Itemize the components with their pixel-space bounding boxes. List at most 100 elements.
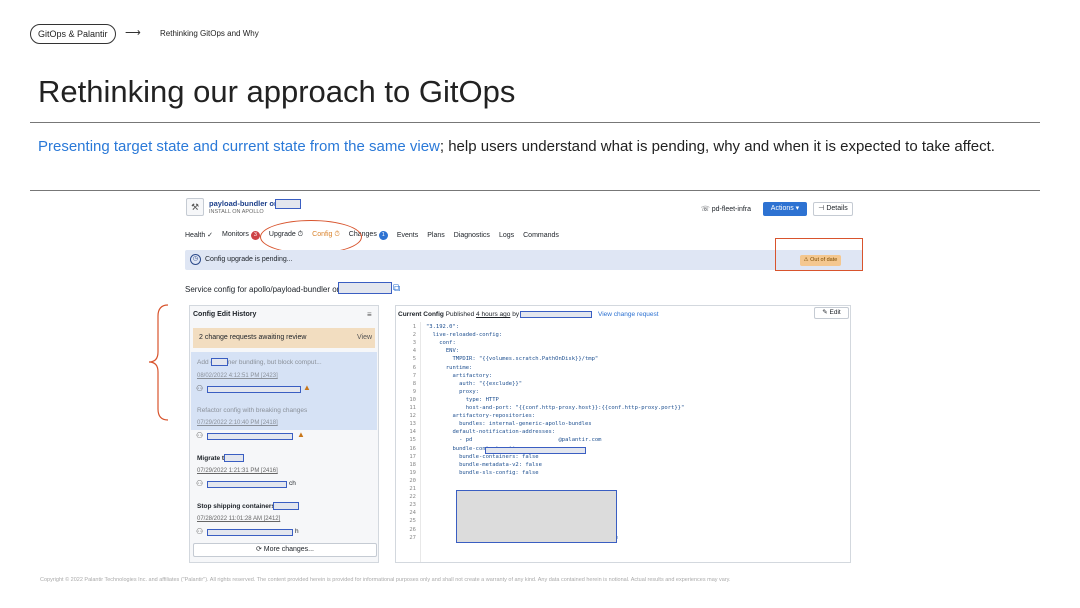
list-item-date[interactable]: 07/29/2022 2:10:40 PM [2418]	[197, 420, 278, 426]
more-changes-button[interactable]: ⟳ More changes...	[193, 543, 377, 557]
clock-icon: ◷	[190, 254, 201, 265]
list-item-title: Stop shipping containers to	[197, 503, 283, 510]
line-number: 5	[412, 356, 416, 363]
tab-events[interactable]: Events	[397, 232, 418, 239]
tab-plans[interactable]: Plans	[427, 232, 445, 239]
count-badge: 1	[378, 230, 388, 240]
line-number: 18	[409, 461, 416, 468]
line-number: 24	[409, 510, 416, 517]
code-line: bundle-sls-config: false	[426, 469, 539, 476]
tab-logs[interactable]: Logs	[499, 232, 514, 239]
code-line: artifactory:	[426, 372, 493, 379]
details-button[interactable]: ⊣ Details	[813, 202, 853, 216]
redaction-box	[275, 199, 301, 209]
redaction-box	[207, 481, 287, 488]
breadcrumb-arrow-icon: ⟶	[125, 27, 141, 39]
history-title: Config Edit History	[193, 311, 257, 318]
line-number: 10	[409, 396, 416, 403]
service-config-label: Service config for apollo/payload-bundle…	[185, 285, 342, 294]
line-number: 27	[409, 534, 416, 541]
redaction-box	[338, 282, 392, 294]
breadcrumb-pill[interactable]: GitOps & Palantir	[30, 24, 116, 44]
line-number: 14	[409, 429, 416, 436]
fleet-link[interactable]: ☏ pd-fleet-infra	[701, 205, 751, 213]
view-change-request-link[interactable]: View change request	[598, 311, 659, 318]
list-item-date[interactable]: 07/28/2022 11:01:28 AM [2412]	[197, 516, 280, 522]
line-number: 2	[412, 332, 416, 339]
code-line: type: HTTP	[426, 396, 499, 403]
line-number: 15	[409, 437, 416, 444]
line-number: 19	[409, 469, 416, 476]
line-number: 3	[412, 340, 416, 347]
breadcrumb-current: Rethinking GitOps and Why	[160, 29, 259, 38]
line-number: 20	[409, 477, 416, 484]
edit-button[interactable]: ✎ Edit	[814, 307, 849, 319]
refresh-icon: ⟳	[255, 546, 264, 553]
tab-bar: Health ✓ Monitors 3 Upgrade ⏱ Config ⏱ Ch…	[185, 229, 559, 241]
code-line: auth: "{{exclude}}"	[426, 380, 523, 387]
code-line: live-reloaded-config:	[426, 332, 503, 339]
redaction-box	[224, 454, 244, 462]
pending-requests[interactable]: 2 change requests awaiting review	[193, 328, 375, 348]
banner-text: Config upgrade is pending...	[205, 256, 293, 263]
code-line: proxy:	[426, 388, 479, 395]
line-number: 1	[412, 324, 416, 330]
code-line: bundle-metadata-v2: false	[426, 461, 542, 468]
line-number: 12	[409, 413, 416, 420]
redacted-code-block	[456, 490, 617, 543]
subtitle-highlight: Presenting target state and current stat…	[38, 138, 440, 155]
redaction-box	[207, 386, 301, 393]
service-subtitle: INSTALL ON APOLLO	[209, 209, 264, 215]
tab-monitors[interactable]: Monitors 3	[222, 230, 260, 240]
code-line: default-notification-addresses:	[426, 429, 556, 436]
line-number: 26	[409, 526, 416, 533]
redaction-box	[207, 529, 293, 536]
phone-icon: ☏	[701, 206, 712, 213]
subtitle: Presenting target state and current stat…	[38, 137, 1028, 156]
list-item-author: ch	[289, 480, 296, 487]
line-number: 9	[412, 388, 416, 395]
line-number: 4	[412, 348, 416, 355]
line-number: 21	[409, 486, 416, 492]
code-line: - pd @palantir.com	[426, 437, 602, 444]
list-item-date[interactable]: 07/29/2022 1:21:31 PM [2416]	[197, 468, 278, 474]
user-icon: ⚇	[196, 527, 204, 536]
line-number: 13	[409, 421, 416, 428]
code-line: "3.192.0":	[426, 324, 460, 330]
service-title[interactable]: payload-bundler on	[209, 199, 279, 208]
current-config-header: Current Config Published 4 hours ago by	[398, 311, 520, 318]
code-line: ENV:	[426, 348, 460, 355]
code-line: artifactory-repositories:	[426, 413, 536, 420]
external-link-icon[interactable]: ⧉	[393, 283, 400, 294]
redaction-box	[520, 311, 592, 318]
code-line: bundles: internal-generic-apollo-bundles	[426, 421, 592, 428]
hammer-icon: ⚒	[186, 198, 204, 216]
list-item-date[interactable]: 08/02/2022 4:12:51 PM [2423]	[197, 373, 278, 379]
tab-diagnostics[interactable]: Diagnostics	[454, 232, 490, 239]
pencil-icon: ✎	[822, 309, 830, 316]
line-number: 6	[412, 364, 416, 371]
user-icon: ⚇	[196, 431, 204, 440]
line-number: 23	[409, 502, 416, 509]
line-number: 16	[409, 445, 416, 452]
warning-icon: ▲	[303, 383, 311, 392]
actions-button[interactable]: Actions ▾	[763, 202, 807, 216]
annotation-circle	[260, 220, 362, 254]
view-link[interactable]: View	[357, 328, 372, 348]
line-number: 11	[409, 405, 416, 411]
page-title: Rethinking our approach to GitOps	[38, 74, 516, 109]
line-number: 22	[409, 494, 416, 501]
tab-health[interactable]: Health ✓	[185, 231, 213, 239]
divider	[30, 190, 1040, 191]
code-line: runtime:	[426, 364, 473, 371]
annotation-bracket	[148, 304, 169, 421]
code-gutter	[420, 322, 421, 562]
redaction-box	[273, 502, 299, 510]
redaction-box	[207, 433, 293, 440]
warning-icon: ▲	[297, 430, 305, 439]
code-line: conf:	[426, 340, 456, 347]
line-number: 25	[409, 518, 416, 525]
tab-commands[interactable]: Commands	[523, 232, 559, 239]
filter-icon[interactable]: ≡	[367, 310, 372, 319]
copyright-footer: Copyright © 2022 Palantir Technologies I…	[40, 577, 731, 583]
